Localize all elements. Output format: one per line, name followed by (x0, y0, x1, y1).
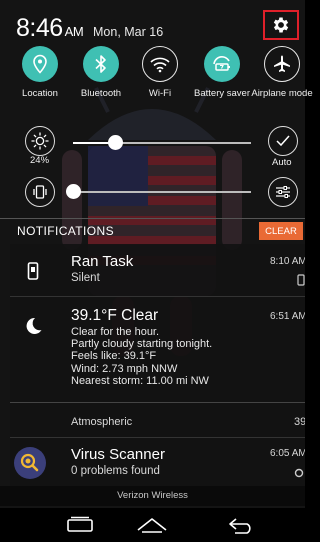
weather-line: Nearest storm: 11.00 mi NW (71, 374, 209, 387)
weather-time: 6:51 AM (270, 311, 305, 322)
wifi-icon (150, 57, 170, 73)
toggle-bluetooth-label: Bluetooth (80, 88, 122, 99)
weather-line: Clear for the hour. (71, 326, 160, 338)
phone-vibrate-icon (27, 262, 39, 280)
toggle-location[interactable]: Location (8, 46, 72, 99)
task-icon (22, 260, 44, 282)
brightness-slider-thumb[interactable] (108, 135, 124, 150)
brightness-button[interactable] (25, 126, 55, 156)
brightness-row: 24% Auto (0, 124, 305, 174)
clear-all-button[interactable]: CLEAR (259, 222, 303, 240)
checkmark-icon (276, 135, 290, 147)
clock-ampm: AM (64, 24, 84, 39)
auto-brightness-label: Auto (272, 157, 292, 168)
brightness-icon (31, 132, 49, 150)
equalizer-icon (276, 186, 290, 198)
virus-scanner-time: 6:05 AM (270, 448, 305, 459)
clock: 8:46 AM (16, 14, 84, 43)
toggle-battery-saver[interactable]: Battery saver (190, 46, 254, 99)
vibrate-button[interactable] (25, 177, 55, 207)
weather-line: Partly cloudy starting tonight. (71, 338, 213, 351)
battery-saver-icon (213, 56, 230, 71)
weather-icon (22, 315, 44, 337)
home-button[interactable] (134, 512, 170, 538)
weather-line: Feels like: 39.1°F (71, 350, 157, 363)
airplane-toggle-button[interactable] (264, 46, 300, 82)
gear-icon (273, 17, 289, 33)
notifications-header: NOTIFICATIONS CLEAR (0, 218, 305, 242)
virus-scanner-subtitle: 0 problems found (71, 465, 160, 477)
toggle-bluetooth[interactable]: Bluetooth (69, 46, 133, 99)
small-phone-icon (297, 274, 305, 286)
sound-settings-button[interactable] (268, 177, 298, 207)
navigation-bar (0, 508, 305, 542)
status-bar: 8:46 AM Mon, Mar 16 (0, 0, 305, 44)
weather-footer-value: 39 (294, 416, 305, 428)
notification-weather[interactable]: 39.1°F Clear 6:51 AM Clear for the hour.… (10, 297, 305, 437)
auto-brightness-button[interactable] (268, 126, 298, 156)
battery-saver-toggle-button[interactable] (204, 46, 240, 82)
toggle-battery-saver-label: Battery saver (194, 88, 250, 99)
bluetooth-icon (95, 55, 106, 73)
clock-time: 8:46 (16, 14, 63, 42)
weather-line: Wind: 2.73 mph NNW (71, 362, 178, 375)
settings-button[interactable] (263, 10, 299, 40)
volume-slider-thumb[interactable] (65, 184, 81, 199)
toggle-airplane-mode[interactable]: Airplane mode (250, 46, 314, 99)
wifi-toggle-button[interactable] (142, 46, 178, 82)
notification-time: 8:10 AM (270, 256, 305, 267)
notification-ran-task[interactable]: Ran Task Silent 8:10 AM (10, 244, 305, 296)
weather-inner-divider (10, 402, 305, 403)
quick-toggles: Location Bluetooth Wi-Fi Battery saver A… (0, 46, 313, 116)
moon-icon (26, 317, 42, 334)
bluetooth-toggle-button[interactable] (83, 46, 119, 82)
recent-apps-icon (67, 516, 93, 532)
weather-footer: Atmospheric (71, 416, 133, 428)
magnifier-virus-icon (20, 453, 39, 472)
location-toggle-button[interactable] (22, 46, 58, 82)
date-label: Mon, Mar 16 (93, 25, 164, 39)
small-scan-icon (294, 468, 304, 478)
weather-details: Clear for the hour. Partly cloudy starti… (71, 326, 212, 387)
location-icon (33, 54, 47, 74)
volume-slider-track[interactable] (73, 191, 251, 193)
back-arrow-icon (229, 518, 251, 534)
toggle-wifi-label: Wi-Fi (148, 88, 172, 99)
notification-virus-scanner[interactable]: Virus Scanner 0 problems found 6:05 AM (10, 438, 305, 486)
weather-title: 39.1°F Clear (71, 307, 159, 324)
recent-apps-button[interactable] (62, 512, 98, 538)
back-button[interactable] (224, 512, 260, 538)
toggle-airplane-mode-label: Airplane mode (251, 88, 313, 99)
carrier-label: Verizon Wireless (0, 486, 305, 506)
toggle-location-label: Location (22, 88, 58, 99)
brightness-value: 24% (30, 155, 50, 166)
toggle-wifi[interactable]: Wi-Fi (128, 46, 192, 99)
notification-subtitle: Silent (71, 272, 100, 284)
home-icon (137, 518, 167, 533)
virus-scanner-title: Virus Scanner (71, 446, 165, 463)
brightness-slider-track[interactable] (73, 142, 251, 144)
notifications-title: NOTIFICATIONS (17, 224, 114, 238)
volume-row (0, 176, 305, 212)
vibrate-icon (33, 185, 47, 199)
notification-title: Ran Task (71, 253, 134, 270)
virus-scanner-app-icon (14, 447, 46, 479)
airplane-icon (274, 55, 290, 72)
